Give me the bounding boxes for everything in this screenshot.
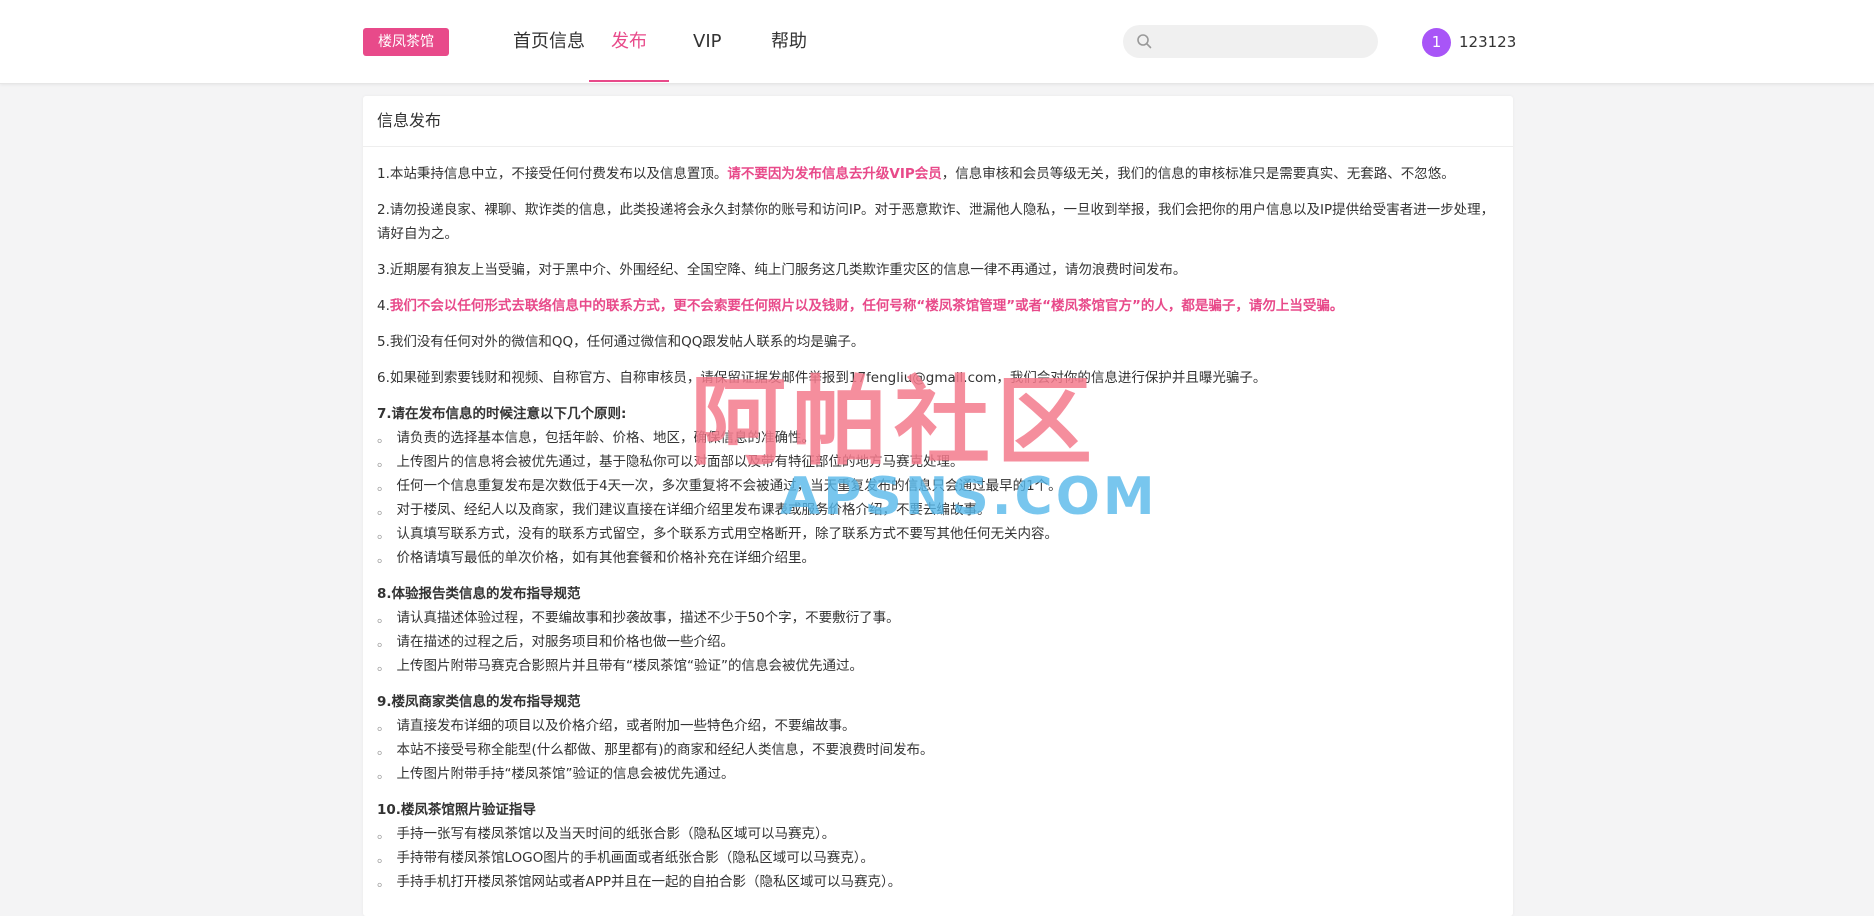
- list-item: 。手持带有楼凤茶馆LOGO图片的手机画面或者纸张合影（隐私区域可以马赛克）。: [377, 850, 875, 866]
- list-item: 。价格请填写最低的单次价格，如有其他套餐和价格补充在详细介绍里。: [377, 550, 815, 566]
- avatar[interactable]: 1: [1422, 28, 1451, 57]
- list-item: 。上传图片的信息将会被优先通过，基于隐私你可以对面部以及带有特征部位的地方马赛克…: [377, 454, 964, 470]
- search-icon[interactable]: [1136, 33, 1152, 49]
- nav-publish[interactable]: 发布: [611, 22, 647, 82]
- list-item: 。任何一个信息重复发布是次数低于4天一次，多次重复将不会被通过，当天重复发布的信…: [377, 478, 1062, 494]
- list-item: 。手持一张写有楼凤茶馆以及当天时间的纸张合影（隐私区域可以马赛克）。: [377, 826, 836, 842]
- section-9-title: 9.楼凤商家类信息的发布指导规范: [377, 694, 581, 710]
- rule-5: 5.我们没有任何对外的微信和QQ，任何通过微信和QQ跟发帖人联系的均是骗子。: [377, 334, 865, 350]
- rule-1: 1.本站秉持信息中立，不接受任何付费发布以及信息置顶。请不要因为发布信息去升级V…: [377, 162, 1502, 186]
- section-9-list: 。请直接发布详细的项目以及价格介绍，或者附加一些特色介绍，不要编故事。 。本站不…: [377, 714, 1502, 786]
- list-item: 。手持手机打开楼凤茶馆网站或者APP并且在一起的自拍合影（隐私区域可以马赛克）。: [377, 874, 902, 890]
- username[interactable]: 123123: [1459, 32, 1516, 52]
- list-item: 。对于楼凤、经纪人以及商家，我们建议直接在详细介绍里发布课表或服务价格介绍，不要…: [377, 502, 991, 518]
- list-item: 。请直接发布详细的项目以及价格介绍，或者附加一些特色介绍，不要编故事。: [377, 718, 856, 734]
- list-item: 。请在描述的过程之后，对服务项目和价格也做一些介绍。: [377, 634, 734, 650]
- section-10-title: 10.楼凤茶馆照片验证指导: [377, 802, 536, 818]
- rule-2: 2.请勿投递良家、裸聊、欺诈类的信息，此类投递将会永久封禁你的账号和访问IP。对…: [377, 202, 1495, 242]
- section-7-title: 7.请在发布信息的时候注意以下几个原则:: [377, 406, 627, 422]
- list-item: 。请认真描述体验过程，不要编故事和抄袭故事，描述不少于50个字，不要敷衍了事。: [377, 610, 900, 626]
- list-item: 。上传图片附带手持“楼凤茶馆”验证的信息会被优先通过。: [377, 766, 735, 782]
- publish-info-card: 信息发布 1.本站秉持信息中立，不接受任何付费发布以及信息置顶。请不要因为发布信…: [363, 96, 1513, 916]
- section-10-list: 。手持一张写有楼凤茶馆以及当天时间的纸张合影（隐私区域可以马赛克）。 。手持带有…: [377, 822, 1502, 894]
- nav-help[interactable]: 帮助: [771, 22, 807, 82]
- top-bar: 楼凤茶馆 首页信息 发布 VIP 帮助 1 123123: [0, 0, 1874, 84]
- section-8-title: 8.体验报告类信息的发布指导规范: [377, 586, 581, 602]
- list-item: 。请负责的选择基本信息，包括年龄、价格、地区，确保信息的准确性。: [377, 430, 815, 446]
- rule-4-number: 4.: [377, 298, 390, 314]
- list-item: 。认真填写联系方式，没有的联系方式留空，多个联系方式用空格断开，除了联系方式不要…: [377, 526, 1058, 542]
- nav-vip[interactable]: VIP: [693, 22, 721, 82]
- rule-3: 3.近期屡有狼友上当受骗，对于黑中介、外围经纪、全国空降、纯上门服务这几类欺诈重…: [377, 262, 1187, 278]
- card-header: 信息发布: [363, 96, 1513, 147]
- list-item: 。本站不接受号称全能型(什么都做、那里都有)的商家和经纪人类信息，不要浪费时间发…: [377, 742, 934, 758]
- section-8-list: 。请认真描述体验过程，不要编故事和抄袭故事，描述不少于50个字，不要敷衍了事。 …: [377, 606, 1502, 678]
- rule-4: 4.我们不会以任何形式去联络信息中的联系方式，更不会索要任何照片以及钱财，任何号…: [377, 294, 1502, 318]
- active-tab-indicator: [589, 80, 669, 82]
- card-title: 信息发布: [377, 111, 442, 130]
- list-item: 。上传图片附带马赛克合影照片并且带有“楼凤茶馆“验证”的信息会被优先通过。: [377, 658, 863, 674]
- rule-6: 6.如果碰到索要钱财和视频、自称官方、自称审核员，请保留证据发邮件举报到17fe…: [377, 370, 1267, 386]
- rule-1-text: 1.本站秉持信息中立，不接受任何付费发布以及信息置顶。: [377, 166, 728, 182]
- nav-home[interactable]: 首页信息: [513, 22, 585, 82]
- site-logo[interactable]: 楼凤茶馆: [363, 28, 449, 56]
- rule-1-highlight: 请不要因为发布信息去升级VIP会员: [727, 166, 942, 182]
- section-7-list: 。请负责的选择基本信息，包括年龄、价格、地区，确保信息的准确性。 。上传图片的信…: [377, 426, 1502, 570]
- search-input[interactable]: [1160, 25, 1374, 60]
- rule-4-highlight: 我们不会以任何形式去联络信息中的联系方式，更不会索要任何照片以及钱财，任何号称“…: [389, 298, 1344, 314]
- rule-1-text-end: ，信息审核和会员等级无关，我们的信息的审核标准只是需要真实、无套路、不忽悠。: [941, 166, 1455, 182]
- publish-rules: 1.本站秉持信息中立，不接受任何付费发布以及信息置顶。请不要因为发布信息去升级V…: [377, 162, 1502, 906]
